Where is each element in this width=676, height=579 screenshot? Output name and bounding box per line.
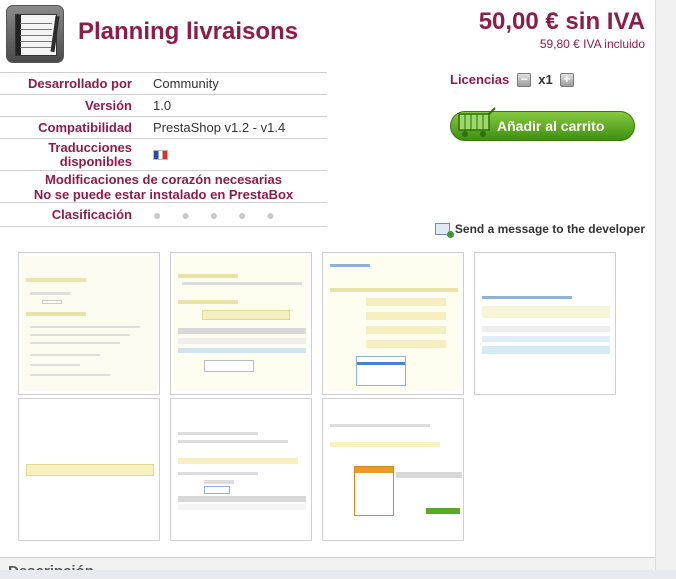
decrease-quantity-button[interactable]: −: [517, 72, 532, 87]
version-label: Versión: [0, 94, 140, 117]
envelope-icon: [434, 223, 454, 238]
shopping-cart-icon: [458, 107, 496, 137]
developer-value: Community: [140, 72, 327, 95]
developer-label: Desarrollado por: [0, 72, 140, 95]
screenshot-6[interactable]: [170, 398, 312, 541]
price-with-tax: 59,80 € IVA incluido: [539, 37, 645, 51]
compatibility-value: PrestaShop v1.2 - v1.4: [140, 116, 327, 139]
increase-quantity-button[interactable]: +: [559, 72, 574, 87]
quantity-value: x1: [538, 72, 553, 87]
vertical-scrollbar[interactable]: [655, 0, 676, 579]
screenshot-7[interactable]: [322, 398, 464, 541]
translations-label: Traducciones disponibles: [0, 138, 140, 171]
screenshot-5[interactable]: [18, 398, 160, 541]
licences-label: Licencias: [450, 72, 510, 87]
price-without-tax: 50,00 € sin IVA: [478, 8, 645, 35]
send-message-label: Send a message to the developer: [454, 222, 645, 236]
screenshot-3[interactable]: [322, 252, 464, 395]
add-to-cart-label: Añadir al carrito: [497, 118, 605, 134]
translations-row: Traducciones disponibles: [0, 138, 327, 171]
screenshot-1[interactable]: [18, 252, 160, 395]
developer-row: Desarrollado por Community: [0, 72, 327, 95]
flag-france-icon: [153, 150, 168, 161]
add-to-cart-button[interactable]: Añadir al carrito: [450, 107, 635, 141]
compatibility-row: Compatibilidad PrestaShop v1.2 - v1.4: [0, 116, 327, 139]
rating-label: Clasificación: [0, 202, 140, 227]
compatibility-label: Compatibilidad: [0, 116, 140, 139]
core-mods-note: Modificaciones de corazón necesarias: [45, 171, 282, 187]
rating-stars: ● ● ● ● ●: [153, 206, 283, 223]
licences-control: Licencias − x1 +: [450, 72, 574, 87]
screenshot-4[interactable]: [474, 252, 616, 395]
version-value: 1.0: [140, 94, 327, 117]
version-row: Versión 1.0: [0, 94, 327, 117]
product-title: Planning livraisons: [78, 18, 299, 45]
prestabox-note: No se puede estar instalado en PrestaBox: [33, 186, 294, 202]
horizontal-scrollbar[interactable]: [0, 570, 676, 579]
rating-row: Clasificación ● ● ● ● ●: [0, 202, 327, 227]
planner-book-icon: [6, 5, 64, 63]
product-info-table: Desarrollado por Community Versión 1.0 C…: [0, 72, 327, 227]
requirements-row: Modificaciones de corazón necesarias No …: [0, 170, 327, 203]
screenshot-2[interactable]: [170, 252, 312, 395]
send-message-link[interactable]: Send a message to the developer: [434, 222, 645, 238]
